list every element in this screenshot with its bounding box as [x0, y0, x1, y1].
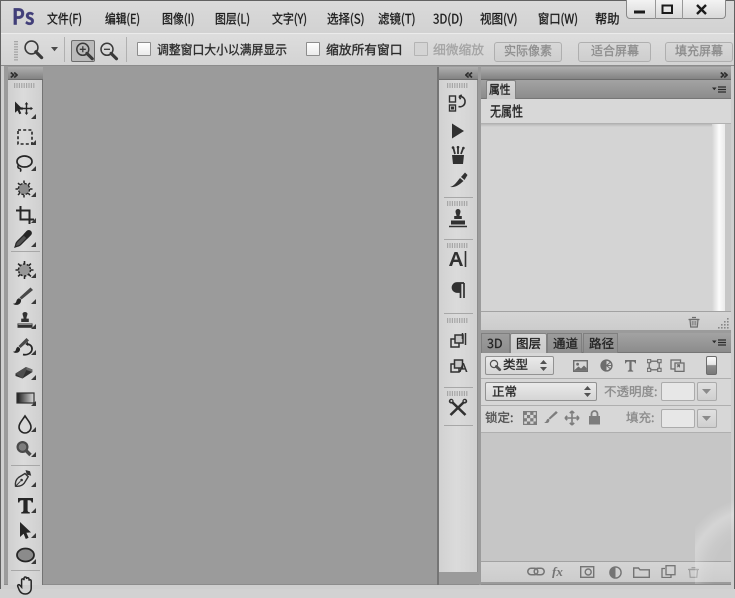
svg-text:fx: fx	[552, 565, 563, 578]
